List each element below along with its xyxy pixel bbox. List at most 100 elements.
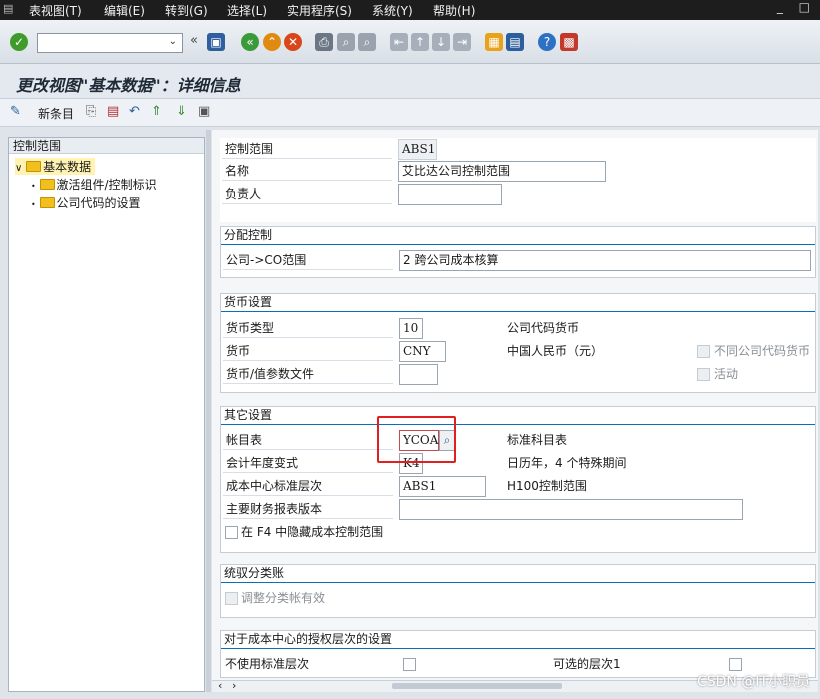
highlight-annotation [377, 416, 456, 463]
find-icon[interactable]: ⌕ [337, 33, 355, 51]
controlling-area-label: 控制范围 [222, 140, 392, 159]
pane-splitter[interactable] [206, 130, 211, 692]
controlling-area-field: ABS1 [398, 139, 437, 160]
menu-utilities[interactable]: 实用程序(S) [287, 2, 352, 19]
shortcut-icon[interactable]: ▤ [506, 33, 524, 51]
menu-help[interactable]: 帮助(H) [433, 2, 475, 19]
fin-stmt-version-field[interactable] [399, 499, 743, 520]
chart-of-accounts-description: 标准科目表 [507, 433, 568, 447]
standard-toolbar: ✓ ⌄ « ▣ « ⌃ ✕ ⎙ ⌕ ⌕ ⇤ ↑ ↓ ⇥ ▦ ▤ ? ▩ [0, 20, 820, 64]
check-icon[interactable]: ✓ [10, 33, 28, 51]
reconciliation-active-checkbox [225, 592, 238, 605]
folder-icon [39, 179, 55, 190]
currency-type-label: 货币类型 [223, 319, 393, 338]
hide-co-area-checkbox[interactable] [225, 526, 238, 539]
company-co-field[interactable]: 2 跨公司成本核算 [399, 250, 811, 271]
group-title: 分配控制 [224, 228, 273, 242]
undo-icon[interactable]: ↶ [129, 104, 140, 119]
navigation-tree: 控制范围 ∨ 基本数据 • 激活组件/控制标识 • 公司代码的设置 [8, 137, 205, 692]
responsible-field[interactable] [398, 184, 502, 205]
std-hierarchy-label: 成本中心标准层次 [223, 477, 393, 496]
other-settings-group: 其它设置 帐目表 YCOA ⌕ 标准科目表 会计年度变式 K4 日历年，4 个特… [220, 406, 816, 553]
tree-node-activate-components[interactable]: • 激活组件/控制标识 [31, 176, 157, 193]
exit-icon[interactable]: ⌃ [263, 33, 281, 51]
fiscal-year-variant-label: 会计年度变式 [223, 454, 393, 473]
collapse-icon[interactable]: « [190, 33, 198, 48]
fiscal-year-variant-description: 日历年，4 个特殊期间 [507, 456, 627, 470]
diff-cc-currency-label: 不同公司代码货币 [714, 344, 811, 358]
menu-edit[interactable]: 编辑(E) [104, 2, 145, 19]
tree-node-company-code-settings[interactable]: • 公司代码的设置 [31, 194, 141, 211]
group-divider [221, 648, 815, 649]
next-page-icon[interactable]: ↓ [432, 33, 450, 51]
scroll-thumb[interactable] [392, 683, 562, 689]
title-bar: 更改视图"基本数据"：详细信息 [0, 64, 820, 99]
name-label: 名称 [222, 162, 392, 181]
chevron-down-icon[interactable]: ⌄ [169, 36, 177, 47]
active-label: 活动 [714, 367, 739, 381]
command-field[interactable]: ⌄ [37, 33, 183, 53]
name-field[interactable]: 艾比达公司控制范围 [398, 161, 606, 182]
group-divider [221, 424, 815, 425]
no-std-hierarchy-label: 不使用标准层次 [225, 657, 310, 671]
new-entries-button[interactable]: 新条目 [38, 105, 74, 122]
last-page-icon[interactable]: ⇥ [453, 33, 471, 51]
window-controls[interactable]: _ □ [777, 0, 816, 14]
application-toolbar: ✎ 新条目 ⎘ ▤ ↶ ⇑ ⇓ ▣ [0, 99, 820, 127]
tree-node-label: 激活组件/控制标识 [56, 178, 157, 192]
system-menu-icon[interactable]: ▤ [3, 2, 17, 16]
create-session-icon[interactable]: ▦ [485, 33, 503, 51]
reconciliation-active-label: 调整分类帐有效 [241, 591, 326, 605]
chart-of-accounts-label: 帐目表 [223, 431, 393, 450]
find-next-icon[interactable]: ⌕ [358, 33, 376, 51]
currency-field[interactable]: CNY [399, 341, 446, 362]
group-divider [221, 244, 815, 245]
tree-header: 控制范围 [9, 138, 204, 154]
reconciliation-ledger-group: 统驭分类账 调整分类帐有效 [220, 564, 816, 618]
previous-entry-icon[interactable]: ⇑ [151, 104, 162, 119]
alt-hierarchy-label: 可选的层次1 [553, 657, 621, 671]
diff-cc-currency-checkbox [697, 345, 710, 358]
menu-table-view[interactable]: 表视图(T) [29, 2, 82, 19]
group-title: 其它设置 [224, 408, 273, 422]
save-icon[interactable]: ▣ [207, 33, 225, 51]
cancel-icon[interactable]: ✕ [284, 33, 302, 51]
next-entry-icon[interactable]: ⇓ [176, 104, 187, 119]
menu-goto[interactable]: 转到(G) [165, 2, 208, 19]
prev-page-icon[interactable]: ↑ [411, 33, 429, 51]
group-title: 货币设置 [224, 295, 273, 309]
company-co-label: 公司->CO范围 [223, 251, 393, 270]
detail-area: 控制范围 ABS1 名称 艾比达公司控制范围 负责人 分配控制 公司->CO范围… [212, 130, 818, 692]
help-icon[interactable]: ? [538, 33, 556, 51]
std-hierarchy-field[interactable]: ABS1 [399, 476, 486, 497]
bullet-icon: • [31, 200, 36, 209]
display-change-icon[interactable]: ✎ [10, 104, 21, 119]
scroll-left-icon[interactable]: ‹ [218, 679, 222, 692]
folder-open-icon [26, 161, 42, 172]
no-std-hierarchy-checkbox[interactable] [403, 658, 416, 671]
std-hierarchy-description: H100控制范围 [507, 479, 587, 493]
currency-label: 货币 [223, 342, 393, 361]
page-title: 更改视图"基本数据"：详细信息 [16, 76, 241, 95]
group-title: 对于成本中心的授权层次的设置 [224, 632, 393, 646]
currency-description: 中国人民币（元） [507, 344, 604, 358]
copy-as-icon[interactable]: ⎘ [86, 104, 96, 119]
currency-settings-group: 货币设置 货币类型 10 公司代码货币 货币 CNY 中国人民币（元） 不同公司… [220, 293, 816, 393]
alt-hierarchy-checkbox[interactable] [729, 658, 742, 671]
chevron-down-icon[interactable]: ∨ [15, 163, 22, 174]
menu-system[interactable]: 系统(Y) [372, 2, 413, 19]
first-page-icon[interactable]: ⇤ [390, 33, 408, 51]
folder-icon [39, 197, 55, 208]
currency-value-profile-field[interactable] [399, 364, 438, 385]
tree-node-label: 公司代码的设置 [56, 196, 141, 210]
delete-icon[interactable]: ▤ [107, 104, 119, 119]
assignment-control-group: 分配控制 公司->CO范围 2 跨公司成本核算 [220, 226, 816, 278]
print-icon[interactable]: ⎙ [315, 33, 333, 51]
tree-node-basic-data[interactable]: ∨ 基本数据 [15, 158, 96, 175]
select-all-icon[interactable]: ▣ [198, 104, 210, 119]
currency-type-field[interactable]: 10 [399, 318, 423, 339]
back-icon[interactable]: « [241, 33, 259, 51]
customize-layout-icon[interactable]: ▩ [560, 33, 578, 51]
menu-select[interactable]: 选择(L) [227, 2, 267, 19]
scroll-right-icon[interactable]: › [232, 679, 236, 692]
